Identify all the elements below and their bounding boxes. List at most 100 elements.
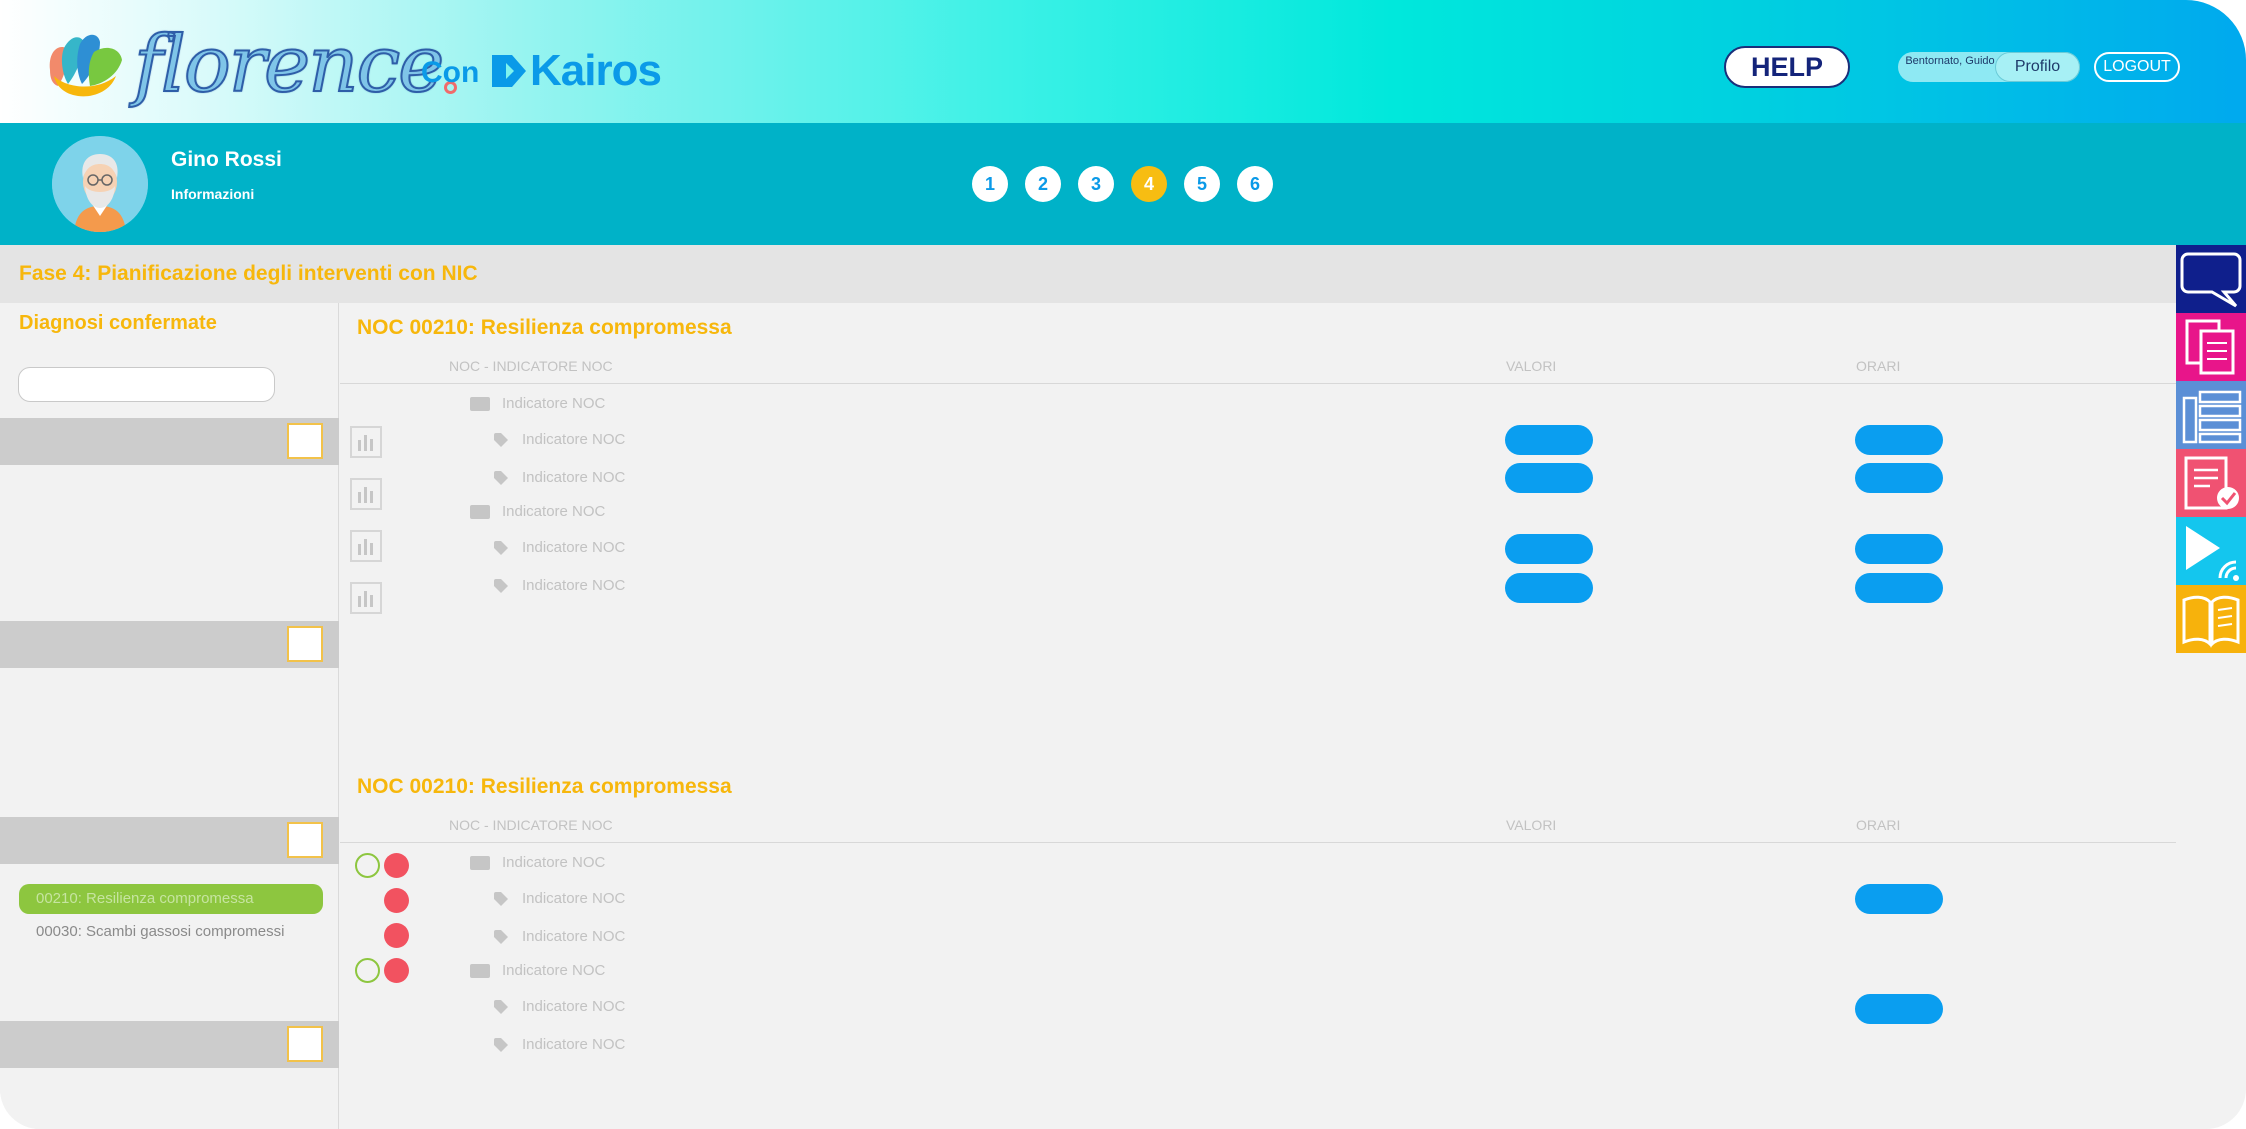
kairos-logo: Kairos (492, 46, 662, 96)
tree-tag-row[interactable]: Indicatore NOC (494, 998, 625, 1015)
tag-icon (494, 929, 508, 944)
logout-button[interactable]: LOGOUT (2094, 52, 2180, 82)
tag-icon (494, 470, 508, 485)
value-pill[interactable] (1505, 425, 1593, 455)
tree-tag-row[interactable]: Indicatore NOC (494, 890, 625, 907)
chat-icon (2180, 252, 2242, 308)
value-pill[interactable] (1505, 463, 1593, 493)
bar-chart-icon (358, 539, 373, 555)
tree-folder-row[interactable]: Indicatore NOC (470, 503, 605, 520)
group-checkbox-2[interactable] (287, 626, 323, 662)
time-pill[interactable] (1855, 463, 1943, 493)
tree-folder-row[interactable]: Indicatore NOC (470, 962, 605, 979)
step-3[interactable]: 3 (1078, 166, 1114, 202)
chart-button[interactable] (350, 426, 382, 458)
library-icon (2182, 390, 2242, 444)
tag-icon (494, 1037, 508, 1052)
tag-icon (494, 999, 508, 1014)
status-toggle-red[interactable] (384, 853, 409, 878)
tag-icon (494, 891, 508, 906)
tree-folder-row[interactable]: Indicatore NOC (470, 395, 605, 412)
time-pill[interactable] (1855, 573, 1943, 603)
kairos-mark-icon (492, 55, 526, 87)
step-6[interactable]: 6 (1237, 166, 1273, 202)
col-indicator-header: NOC - INDICATORE NOC (449, 817, 613, 833)
group-checkbox-1[interactable] (287, 423, 323, 459)
value-pill[interactable] (1505, 534, 1593, 564)
phase-title: Fase 4: Pianificazione degli interventi … (19, 262, 478, 285)
value-pill[interactable] (1505, 573, 1593, 603)
panel-2-divider (340, 842, 2176, 843)
noc-panel-2-title: NOC 00210: Resilienza compromessa (357, 775, 732, 798)
diagnosis-item-active[interactable]: 00210: Resilienza compromessa (19, 884, 323, 914)
checklist-tool[interactable] (2176, 449, 2246, 517)
col-indicator-header: NOC - INDICATORE NOC (449, 358, 613, 374)
help-button[interactable]: HELP (1724, 46, 1850, 88)
folder-icon (470, 855, 490, 870)
group-checkbox-3[interactable] (287, 822, 323, 858)
bar-chart-icon (358, 591, 373, 607)
tag-icon (494, 578, 508, 593)
status-toggle-red[interactable] (384, 888, 409, 913)
indicator-label: Indicatore NOC (502, 962, 606, 979)
tree-tag-row[interactable]: Indicatore NOC (494, 577, 625, 594)
chat-tool[interactable] (2176, 245, 2246, 313)
florence-logo: florence (44, 19, 458, 111)
step-4[interactable]: 4 (1131, 166, 1167, 202)
patient-name: Gino Rossi (171, 148, 282, 171)
status-toggle-red[interactable] (384, 958, 409, 983)
patient-info-link[interactable]: Informazioni (171, 186, 254, 202)
tree-tag-row[interactable]: Indicatore NOC (494, 1036, 625, 1053)
col-values-header: VALORI (1506, 358, 1557, 374)
documents-tool[interactable] (2176, 313, 2246, 381)
bar-chart-icon (358, 487, 373, 503)
time-pill[interactable] (1855, 994, 1943, 1024)
indicator-label: Indicatore NOC (522, 928, 626, 945)
documents-icon (2185, 319, 2235, 375)
noc-panel-1-title: NOC 00210: Resilienza compromessa (357, 316, 732, 339)
diagnosis-item[interactable]: 00030: Scambi gassosi compromessi (36, 923, 284, 940)
status-toggle-empty[interactable] (355, 853, 380, 878)
indicator-label: Indicatore NOC (502, 395, 606, 412)
indicator-label: Indicatore NOC (522, 577, 626, 594)
right-toolbar (2176, 245, 2246, 653)
chart-button[interactable] (350, 530, 382, 562)
media-play-icon (2186, 526, 2239, 581)
sidebar-search-input[interactable] (18, 367, 275, 402)
time-pill[interactable] (1855, 425, 1943, 455)
tree-tag-row[interactable]: Indicatore NOC (494, 928, 625, 945)
indicator-label: Indicatore NOC (522, 1036, 626, 1053)
group-checkbox-4[interactable] (287, 1026, 323, 1062)
tree-tag-row[interactable]: Indicatore NOC (494, 431, 625, 448)
tree-folder-row[interactable]: Indicatore NOC (470, 854, 605, 871)
indicator-label: Indicatore NOC (522, 469, 626, 486)
chart-button[interactable] (350, 478, 382, 510)
media-tool[interactable] (2176, 517, 2246, 585)
patient-avatar[interactable] (52, 136, 148, 232)
tree-tag-row[interactable]: Indicatore NOC (494, 469, 625, 486)
profile-button[interactable]: Profilo (1995, 52, 2080, 82)
step-1[interactable]: 1 (972, 166, 1008, 202)
folder-icon (470, 504, 490, 519)
col-times-header: ORARI (1856, 358, 1901, 374)
step-navigation: 1 2 3 4 5 6 (972, 166, 1290, 202)
sidebar-title: Diagnosi confermate (19, 312, 217, 334)
logo-wordmark: florence (133, 19, 445, 111)
indicator-label: Indicatore NOC (502, 503, 606, 520)
app-frame: florence Con Kairos HELP Bentornato, Gui… (0, 0, 2246, 1129)
col-values-header: VALORI (1506, 817, 1557, 833)
book-tool[interactable] (2176, 585, 2246, 653)
chart-button[interactable] (350, 582, 382, 614)
bar-chart-icon (358, 435, 373, 451)
step-2[interactable]: 2 (1025, 166, 1061, 202)
time-pill[interactable] (1855, 884, 1943, 914)
step-5[interactable]: 5 (1184, 166, 1220, 202)
tree-tag-row[interactable]: Indicatore NOC (494, 539, 625, 556)
folder-icon (470, 963, 490, 978)
time-pill[interactable] (1855, 534, 1943, 564)
con-label: Con (421, 56, 480, 89)
status-toggle-red[interactable] (384, 923, 409, 948)
status-toggle-empty[interactable] (355, 958, 380, 983)
checklist-icon (2184, 456, 2239, 510)
library-tool[interactable] (2176, 381, 2246, 449)
